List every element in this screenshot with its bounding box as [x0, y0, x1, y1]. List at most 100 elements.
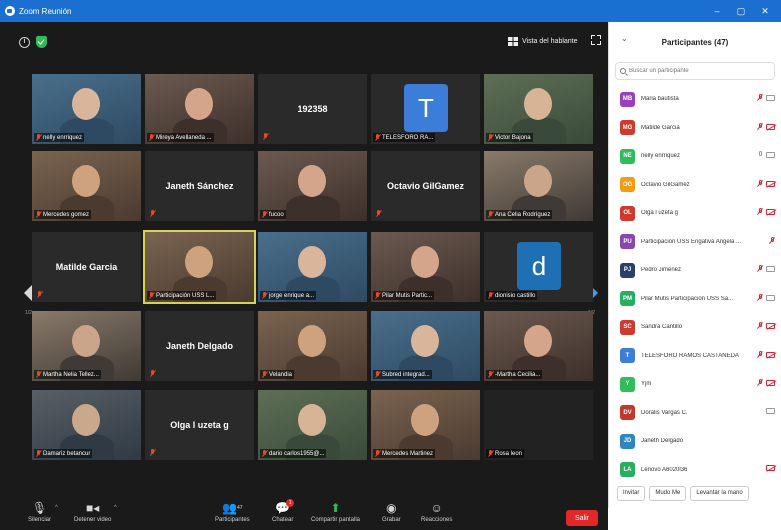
video-tile[interactable]: Victor Bajona	[484, 74, 593, 144]
participant-row[interactable]: JD Janeth Delgado	[609, 427, 781, 456]
avatar: SC	[620, 319, 635, 335]
video-tile[interactable]: d dionisio castillo	[484, 232, 593, 302]
participant-name-label: nelly enrriquez	[34, 133, 85, 142]
video-tile[interactable]: Mireya Avellaneda ...	[145, 74, 254, 144]
participant-name: Yjm	[641, 381, 652, 388]
avatar: OG	[620, 177, 635, 193]
participant-row[interactable]: OG Octavio GilGamez	[609, 171, 781, 200]
participants-button[interactable]: 👥 47 Participantes	[215, 500, 250, 523]
participant-row[interactable]: PJ Pedro Jimenez	[609, 256, 781, 285]
audio-options-chevron-icon[interactable]: ^	[55, 505, 58, 511]
minimize-icon[interactable]: –	[705, 6, 729, 16]
share-screen-icon: ⬆	[330, 501, 341, 515]
participant-search-input[interactable]	[629, 68, 769, 74]
participant-name: Octavio GilGamez	[386, 181, 465, 191]
muted-mic-icon	[375, 134, 380, 141]
video-tile[interactable]: Octavio GilGamez	[371, 151, 480, 221]
participant-name-label: Mercedes gomez	[34, 210, 92, 219]
participant-row[interactable]: NE nelly enrriquez	[609, 142, 781, 171]
video-tile[interactable]: dario carlos1955@...	[258, 390, 367, 460]
video-tile[interactable]: Damariz betancur	[32, 390, 141, 460]
muted-mic-icon	[36, 450, 41, 457]
close-icon[interactable]: ✕	[753, 6, 777, 17]
reactions-button[interactable]: ☺ Reacciones	[421, 500, 452, 523]
participant-status-icons	[766, 407, 775, 414]
speaker-view-button[interactable]: Vista del hablante	[508, 34, 578, 48]
participant-status-icons	[757, 122, 775, 131]
video-tile[interactable]: Olga l uzeta g	[145, 390, 254, 460]
shield-icon[interactable]	[36, 36, 47, 48]
video-off-icon	[766, 209, 775, 215]
video-tile[interactable]: Rosa leon	[484, 390, 593, 460]
video-tile[interactable]: T TELESFORO RA...	[371, 74, 480, 144]
participant-name: Olga l uzeta g	[641, 210, 679, 217]
muted-mic-icon	[769, 236, 775, 245]
chat-button[interactable]: 💬 1 Chatear	[272, 499, 295, 523]
meeting-toolbar: 🎙 Silenciar ^ ■◂ Detener video ^ 👥 47 Par…	[0, 498, 608, 530]
participant-name-label: dario carlos1955@...	[260, 449, 327, 458]
muted-mic-icon	[757, 293, 763, 302]
video-tile[interactable]: Participación USS L...	[143, 230, 256, 304]
stop-video-button[interactable]: ■◂ Detener video	[74, 500, 111, 523]
participant-name-label: Rosa leon	[486, 449, 525, 458]
participant-row[interactable]: MG Matilde Garcia	[609, 114, 781, 143]
muted-mic-icon	[36, 134, 41, 141]
leave-button[interactable]: Salir	[566, 510, 598, 526]
muted-mic-icon	[757, 122, 763, 131]
video-tile[interactable]: Velandia	[258, 311, 367, 381]
video-options-chevron-icon[interactable]: ^	[114, 505, 117, 511]
participant-row[interactable]: T TELESFORO RAMOS CASTAÑEDA	[609, 342, 781, 371]
maximize-icon[interactable]: ▢	[729, 6, 753, 17]
participant-search[interactable]	[615, 62, 775, 80]
fullscreen-icon[interactable]	[591, 35, 601, 45]
muted-mic-icon	[262, 211, 267, 218]
video-tile[interactable]: -Martha Cecilia...	[484, 311, 593, 381]
video-tile[interactable]: Pilar Mutis Partic...	[371, 232, 480, 302]
participant-status-icons	[757, 94, 775, 102]
participant-row[interactable]: Y Yjm	[609, 370, 781, 399]
muted-mic-icon	[37, 291, 42, 298]
participant-row[interactable]: OL Olga l uzeta g	[609, 199, 781, 228]
participant-status-icons	[766, 464, 775, 471]
participant-row[interactable]: MB Maria bautista	[609, 85, 781, 114]
participant-name: Janeth Delgado	[641, 438, 684, 445]
video-tile[interactable]: jorge enrique a...	[258, 232, 367, 302]
video-tile[interactable]: nelly enrriquez	[32, 74, 141, 144]
speaker-view-label: Vista del hablante	[522, 37, 578, 45]
participants-panel-title: Participantes (47)	[661, 37, 729, 47]
video-tile[interactable]: Mercedes Martinez	[371, 390, 480, 460]
participant-status-icons	[769, 236, 775, 245]
participant-row[interactable]: SC Sandra Cantillo	[609, 313, 781, 342]
info-icon[interactable]: i	[19, 37, 30, 48]
participant-row[interactable]: PU Participación USS Engativá Angela ...	[609, 228, 781, 257]
share-screen-button[interactable]: ⬆ Compartir pantalla	[311, 500, 360, 523]
participant-status-icons	[757, 208, 775, 216]
video-tile[interactable]: Martha Nelia Tellez...	[32, 311, 141, 381]
participant-row[interactable]: PM Pilar Mutis Participación USS Sa...	[609, 285, 781, 314]
video-tile[interactable]: Janeth Sánchez	[145, 151, 254, 221]
muted-mic-icon	[150, 370, 155, 377]
video-tile[interactable]: Subred integrad...	[371, 311, 480, 381]
video-tile[interactable]: Mercedes gomez	[32, 151, 141, 221]
participant-name-label: Pilar Mutis Partic...	[373, 291, 435, 300]
invite-button[interactable]: Invitar	[617, 485, 646, 501]
participant-name-label: Ana Celia Rodríguez	[486, 210, 553, 219]
mute-me-button[interactable]: Mudo Me	[649, 485, 687, 501]
video-tile[interactable]: 192358	[258, 74, 367, 144]
participant-name: Pedro Jimenez	[641, 267, 682, 274]
avatar: MB	[620, 91, 635, 107]
muted-mic-icon	[150, 210, 155, 217]
raise-hand-button[interactable]: Levantar la mano	[690, 485, 749, 501]
participant-row[interactable]: DV Doralis Vargas C.	[609, 399, 781, 428]
muted-mic-icon	[375, 371, 380, 378]
mute-button[interactable]: 🎙 Silenciar	[28, 500, 51, 523]
record-button[interactable]: ◉ Grabar	[382, 500, 401, 523]
video-tile[interactable]: Matilde Garcia	[32, 232, 141, 302]
participant-name: TELESFORO RAMOS CASTAÑEDA	[641, 352, 739, 359]
participant-name: Olga l uzeta g	[170, 420, 229, 430]
video-tile[interactable]: fucoo	[258, 151, 367, 221]
video-tile[interactable]: Janeth Delgado	[145, 311, 254, 381]
chevron-down-icon[interactable]: ⌄	[621, 34, 628, 43]
muted-mic-icon	[488, 450, 493, 457]
video-tile[interactable]: Ana Celia Rodríguez	[484, 151, 593, 221]
